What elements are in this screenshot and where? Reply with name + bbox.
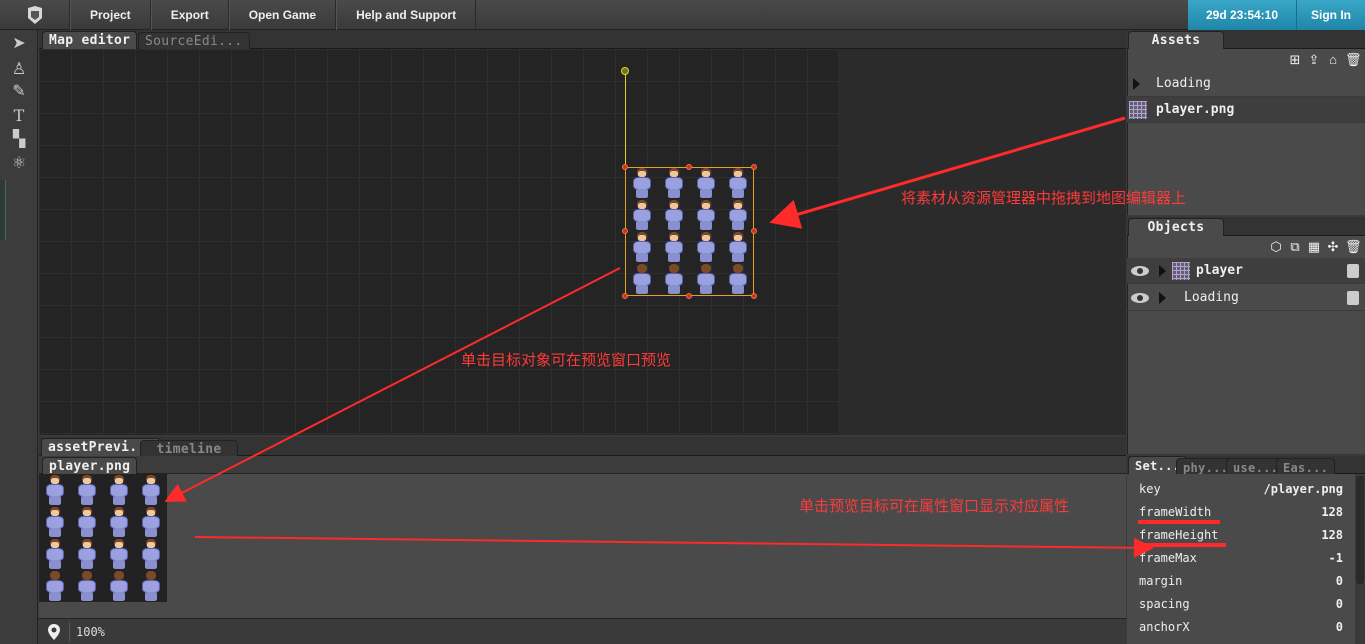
- annotation-arrows: [164, 116, 1154, 558]
- arrow-preview: [164, 267, 621, 502]
- app-window: Project Export Open Game Help and Suppor…: [0, 0, 1365, 644]
- annotation-preview-text: 单击目标对象可在预览窗口预览: [461, 351, 672, 369]
- annotation-drag-text: 将素材从资源管理器中拖拽到地图编辑器上: [901, 189, 1187, 207]
- annotation-props-text: 单击预览目标可在属性窗口显示对应属性: [799, 497, 1070, 515]
- arrow-props: [194, 536, 1154, 558]
